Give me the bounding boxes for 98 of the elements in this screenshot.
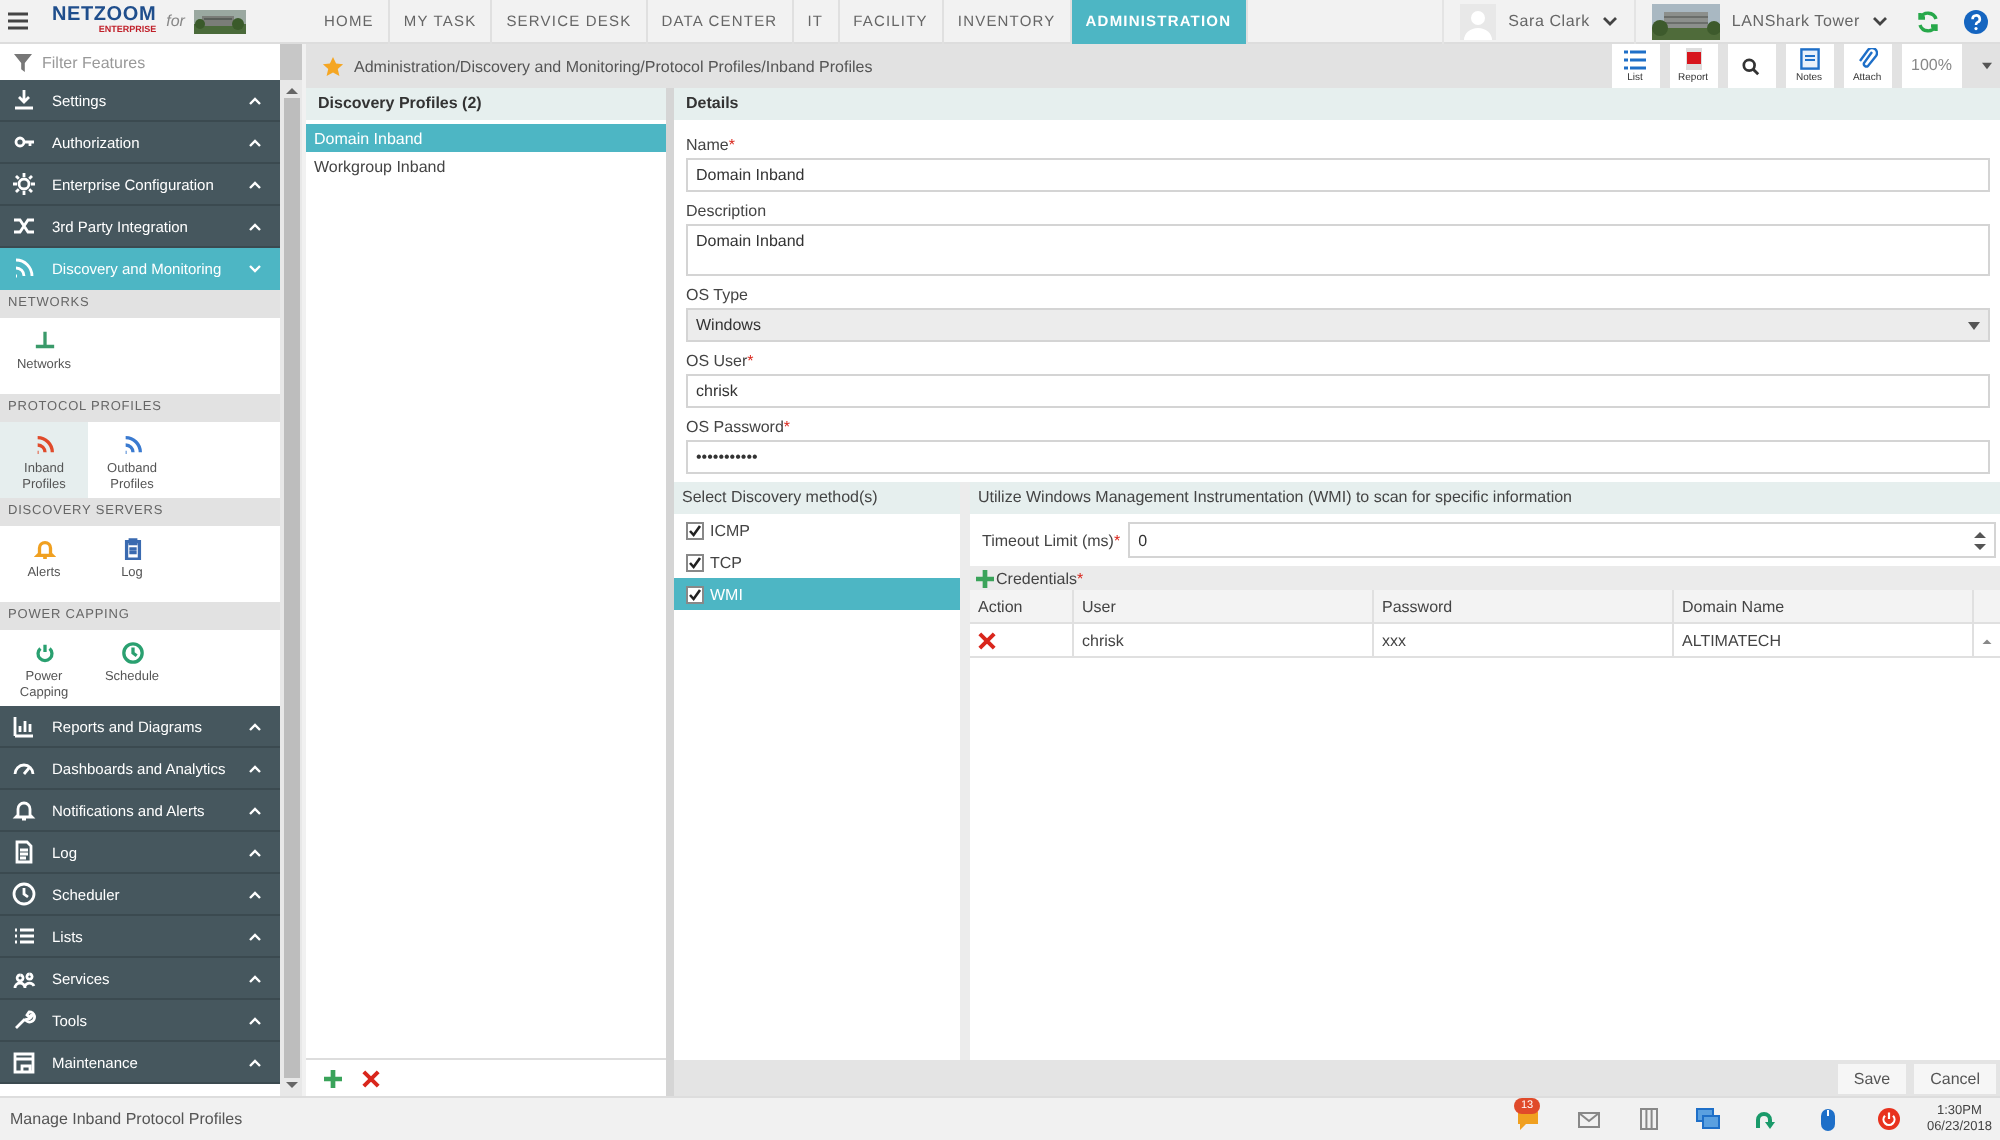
scroll-up-icon[interactable] [285,86,297,94]
chevron-up-icon [248,847,262,857]
required-mark: * [1076,569,1084,587]
method-row[interactable]: ICMP [674,514,960,546]
column-header[interactable]: Password [1374,590,1674,622]
field-label: Timeout Limit (ms) [982,531,1114,549]
search-icon[interactable] [1727,44,1776,88]
cancel-button[interactable]: Cancel [1914,1063,1996,1093]
bell-icon [33,538,55,560]
rss-icon [121,434,143,456]
chevron-down-icon[interactable] [1872,15,1888,27]
paperclip-icon [1857,48,1878,70]
site-name[interactable]: LANShark Tower [1731,12,1860,30]
list-icon [12,924,36,948]
table-cell: ALTIMATECH [1674,624,1974,656]
bell-icon [12,798,36,822]
user-name[interactable]: Sara Clark [1508,12,1590,30]
chevron-up-icon [248,1057,262,1067]
document-icon [12,840,36,864]
chevron-up-icon [248,179,262,189]
table-cell: xxx [1374,624,1674,656]
zoom-level[interactable]: 100% [1901,44,1962,88]
chevron-down-icon[interactable] [1601,15,1618,27]
scroll-up-icon[interactable] [1982,637,1992,643]
breadcrumb: Administration/Discovery and Monitoring/Protocol Profiles/Inband Profiles [354,57,873,75]
calendar-icon [12,1050,36,1074]
notepad-icon [1799,48,1820,70]
panel-title: Select Discovery method(s) [682,488,878,506]
download-icon [12,88,36,112]
field-label: OS Password [686,418,784,436]
chevron-up-icon [248,721,262,731]
number-field[interactable]: 0 [1128,522,1996,558]
method-label: WMI [710,585,743,603]
scroll-down-icon[interactable] [285,1082,297,1090]
panel-title: Details [686,94,739,112]
method-row[interactable]: TCP [674,546,960,578]
brand-logo: NETZOOM [52,6,157,27]
filter-input[interactable]: Filter Features [42,53,262,71]
field-label: Name [686,136,729,154]
status-message: Manage Inband Protocol Profiles [8,1110,243,1128]
add-icon[interactable] [970,569,996,587]
field-label: OS User [686,352,748,370]
input-field[interactable]: chrisk [686,374,1990,408]
checkbox[interactable] [686,553,704,571]
chart-icon [12,714,36,738]
chevron-up-icon [248,889,262,899]
network-icon [33,330,55,352]
chevron-up-icon [248,221,262,231]
table-cell: chrisk [1074,624,1374,656]
field-label: Description [686,202,767,220]
column-header[interactable]: Action [970,590,1074,622]
method-label: ICMP [710,521,750,539]
list-icon [1624,49,1647,69]
chevron-up-icon [248,973,262,983]
profile-item[interactable]: Workgroup Inband [306,152,666,180]
star-icon[interactable] [322,55,344,77]
delete-icon[interactable] [978,631,996,649]
required-mark: * [1113,531,1121,549]
chevron-up-icon [248,805,262,815]
clipboard-icon [121,538,143,560]
clock-icon [12,882,36,906]
panel-title: Discovery Profiles (2) [318,94,482,112]
required-mark: * [728,136,735,154]
chevron-up-icon [248,95,262,105]
save-button[interactable]: Save [1837,1063,1907,1093]
shuffle-icon [12,214,36,238]
spinner-icon[interactable] [1974,529,1986,551]
chevron-up-icon [248,137,262,147]
checkbox[interactable] [686,521,704,539]
input-field[interactable]: Domain Inband [686,158,1990,192]
required-mark: * [783,418,791,436]
dropdown-field[interactable]: Windows [686,308,1990,342]
panel-title: Utilize Windows Management Instrumentation (WMI) to scan for specific information [978,488,1572,506]
clock-icon [121,642,143,664]
caret-icon [1968,321,1980,329]
chevron-up-icon [248,1015,262,1025]
filter-icon [14,53,32,71]
document-icon [1683,48,1704,70]
field-label: OS Type [686,286,748,304]
method-label: TCP [710,553,742,571]
scrollbar[interactable] [280,80,302,1096]
chevron-up-icon [248,931,262,941]
chevron-up-icon [248,763,262,773]
description-field[interactable]: Domain Inband [686,224,1990,276]
power-icon [33,642,55,664]
input-field[interactable]: ••••••••••• [686,440,1990,474]
rss-icon [33,434,55,456]
filter-field[interactable]: Filter Features [0,44,280,80]
wrench-icon [12,1008,36,1032]
checkbox[interactable] [686,585,704,603]
column-header[interactable]: User [1074,590,1374,622]
chevron-down-icon [248,263,262,273]
required-mark: * [747,352,754,370]
rss-icon [12,256,36,280]
section-label: Credentials [996,569,1077,587]
gear-icon [12,172,36,196]
brand-for: for [166,12,185,30]
column-header[interactable]: Domain Name [1674,590,1974,622]
